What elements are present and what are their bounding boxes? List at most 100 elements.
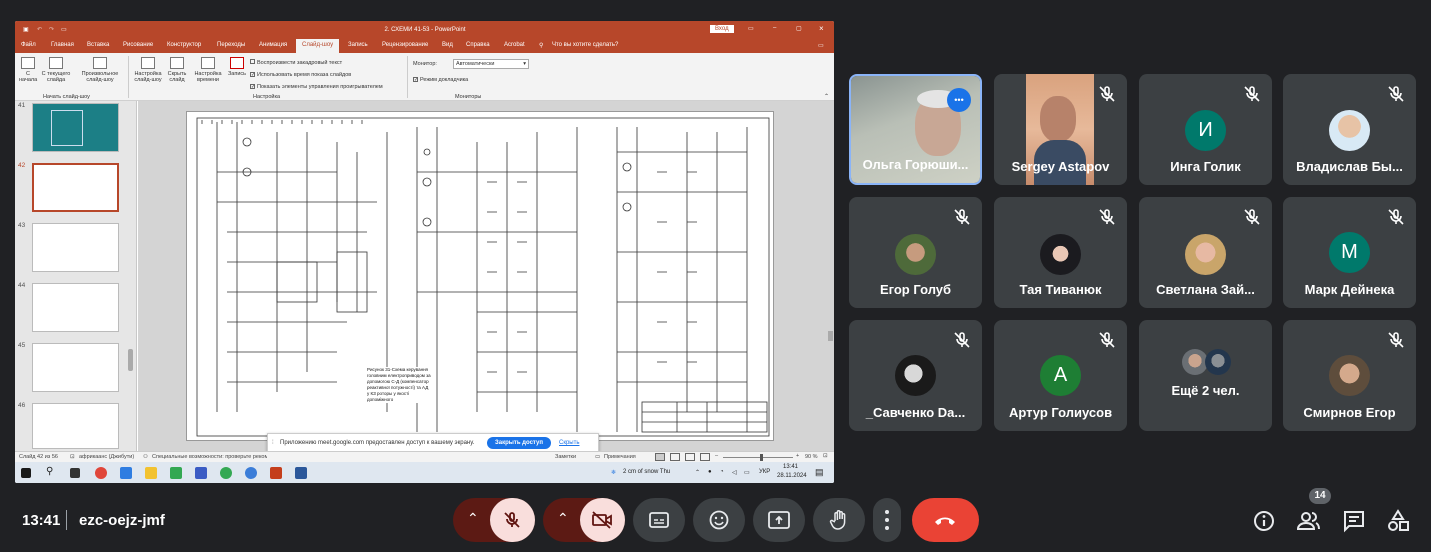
- participant-tile-overflow[interactable]: Ещё 2 чел.: [1139, 320, 1272, 431]
- tab-file[interactable]: Файл: [21, 42, 36, 48]
- weather-text[interactable]: 2 cm of snow Thu: [623, 469, 670, 475]
- tab-view[interactable]: Вид: [442, 42, 453, 48]
- more-options-button[interactable]: [873, 498, 901, 542]
- battery-icon[interactable]: ▭: [744, 469, 750, 476]
- redo-icon[interactable]: ↷: [49, 26, 54, 33]
- participant-tile[interactable]: Светлана Зай...: [1139, 197, 1272, 308]
- toggle-camera-button[interactable]: [580, 498, 625, 542]
- word-icon[interactable]: [295, 467, 307, 479]
- monitor-select[interactable]: Автоматически ▾: [453, 59, 529, 69]
- narration-checkbox[interactable]: Воспроизвести закадровый текст: [250, 57, 383, 69]
- color-app-icon[interactable]: [95, 467, 107, 479]
- slide-thumbnail[interactable]: [32, 343, 119, 392]
- video-options-chevron-icon[interactable]: ⌃: [557, 510, 569, 527]
- slide-thumbnail-selected[interactable]: [32, 163, 119, 212]
- raise-hand-button[interactable]: [813, 498, 865, 542]
- tab-review[interactable]: Рецензирование: [382, 42, 428, 48]
- search-icon[interactable]: ⚲: [46, 466, 53, 477]
- spellcheck-icon[interactable]: ⊡: [70, 454, 75, 460]
- chrome-icon[interactable]: [220, 467, 232, 479]
- toggle-mic-button[interactable]: [490, 498, 535, 542]
- present-screen-button[interactable]: [753, 498, 805, 542]
- record-button[interactable]: Запись: [226, 57, 248, 77]
- language-status[interactable]: африкаанс (Джибути): [79, 454, 134, 460]
- comments-button[interactable]: Примечания: [604, 454, 636, 460]
- powerpoint-icon[interactable]: [270, 467, 282, 479]
- comments-icon[interactable]: ▭: [595, 454, 600, 460]
- tab-acrobat[interactable]: Acrobat: [504, 42, 525, 48]
- timings-checkbox[interactable]: ✓ Использовать время показа слайдов: [250, 69, 383, 81]
- volume-icon[interactable]: ◁: [732, 469, 737, 476]
- taskbar-date[interactable]: 28.11.2024: [777, 473, 807, 479]
- tray-chevron-icon[interactable]: ⌃: [695, 469, 700, 476]
- close-icon[interactable]: ×: [819, 24, 824, 33]
- slideshow-view-icon[interactable]: [700, 453, 710, 461]
- tab-slideshow[interactable]: Слайд-шоу: [296, 39, 340, 53]
- rehearse-button[interactable]: Настройка времени: [193, 57, 223, 83]
- participant-tile[interactable]: Sergey Astapov: [994, 74, 1127, 185]
- taskbar-time[interactable]: 13:41: [783, 464, 798, 470]
- reading-view-icon[interactable]: [685, 453, 695, 461]
- captions-button[interactable]: [633, 498, 685, 542]
- leave-call-button[interactable]: [912, 498, 979, 542]
- app-icon[interactable]: [170, 467, 182, 479]
- meeting-code[interactable]: ezc-oejz-jmf: [79, 512, 165, 529]
- people-button[interactable]: 14: [1295, 488, 1331, 534]
- custom-show-button[interactable]: Произвольное слайд-шоу: [77, 57, 123, 83]
- edge-icon[interactable]: [245, 467, 257, 479]
- participant-tile[interactable]: ••• Ольга Горюши...: [849, 74, 982, 185]
- hide-notification-link[interactable]: Скрыть: [559, 440, 579, 446]
- tab-help[interactable]: Справка: [466, 42, 490, 48]
- fit-slide-icon[interactable]: ⊡: [823, 453, 828, 459]
- microphone-icon[interactable]: ●: [708, 469, 712, 475]
- zoom-slider[interactable]: [723, 457, 793, 458]
- store-icon[interactable]: [120, 467, 132, 479]
- notes-button[interactable]: Заметки: [555, 454, 576, 460]
- zoom-in-icon[interactable]: +: [796, 453, 799, 459]
- tab-insert[interactable]: Вставка: [87, 42, 109, 48]
- media-controls-checkbox[interactable]: ✓ Показать элементы управления проигрыват…: [250, 81, 383, 93]
- normal-view-icon[interactable]: [655, 453, 665, 461]
- signin-button[interactable]: Вход: [710, 25, 734, 33]
- from-start-button[interactable]: С начала: [19, 57, 37, 83]
- zoom-out-icon[interactable]: –: [715, 453, 718, 459]
- network-icon[interactable]: ◔: [720, 469, 724, 475]
- minimize-icon[interactable]: –: [773, 25, 776, 31]
- presenter-view-checkbox[interactable]: ✓ Режим докладчика: [413, 77, 468, 83]
- sorter-view-icon[interactable]: [670, 453, 680, 461]
- participant-tile[interactable]: Смирнов Егор: [1283, 320, 1416, 431]
- accessibility-status[interactable]: Специальные возможности: проверьте реком…: [152, 454, 267, 460]
- current-slide[interactable]: Рисунок 31-Схема керування головним елек…: [186, 111, 774, 441]
- setup-slideshow-button[interactable]: Настройка слайд-шоу: [132, 57, 164, 83]
- activities-button[interactable]: [1385, 508, 1411, 534]
- chat-button[interactable]: [1341, 508, 1367, 534]
- notifications-icon[interactable]: ▤: [815, 467, 824, 478]
- meeting-details-button[interactable]: [1251, 508, 1277, 534]
- participant-tile[interactable]: _Савченко Da...: [849, 320, 982, 431]
- from-current-button[interactable]: С текущего слайда: [41, 57, 71, 83]
- tab-draw[interactable]: Рисование: [123, 42, 153, 48]
- save-icon[interactable]: ▣: [23, 26, 29, 33]
- participant-tile[interactable]: Егор Голуб: [849, 197, 982, 308]
- participant-tile[interactable]: А Артур Голиусов: [994, 320, 1127, 431]
- tab-record[interactable]: Запись: [348, 42, 368, 48]
- collapse-ribbon-icon[interactable]: ⌃: [824, 93, 829, 100]
- tab-transitions[interactable]: Переходы: [217, 42, 245, 48]
- tab-design[interactable]: Конструктор: [167, 42, 201, 48]
- canvas-scrollbar[interactable]: [828, 331, 833, 341]
- windows-start-icon[interactable]: [21, 468, 31, 478]
- comments-icon[interactable]: ▭: [818, 42, 824, 49]
- thumbnails-scrollbar[interactable]: [128, 349, 133, 371]
- folder-icon[interactable]: [145, 467, 157, 479]
- reactions-button[interactable]: [693, 498, 745, 542]
- slide-thumbnail[interactable]: [32, 103, 119, 152]
- participant-tile[interactable]: М Марк Дейнека: [1283, 197, 1416, 308]
- zoom-slider-thumb[interactable]: [760, 454, 763, 461]
- participant-tile[interactable]: Тая Тиванюк: [994, 197, 1127, 308]
- task-view-icon[interactable]: [70, 468, 80, 478]
- ribbon-display-icon[interactable]: ▭: [748, 25, 754, 32]
- tab-home[interactable]: Главная: [51, 42, 74, 48]
- app-icon[interactable]: [195, 467, 207, 479]
- stop-sharing-button[interactable]: Закрыть доступ: [487, 437, 551, 449]
- participant-tile[interactable]: Владислав Бы...: [1283, 74, 1416, 185]
